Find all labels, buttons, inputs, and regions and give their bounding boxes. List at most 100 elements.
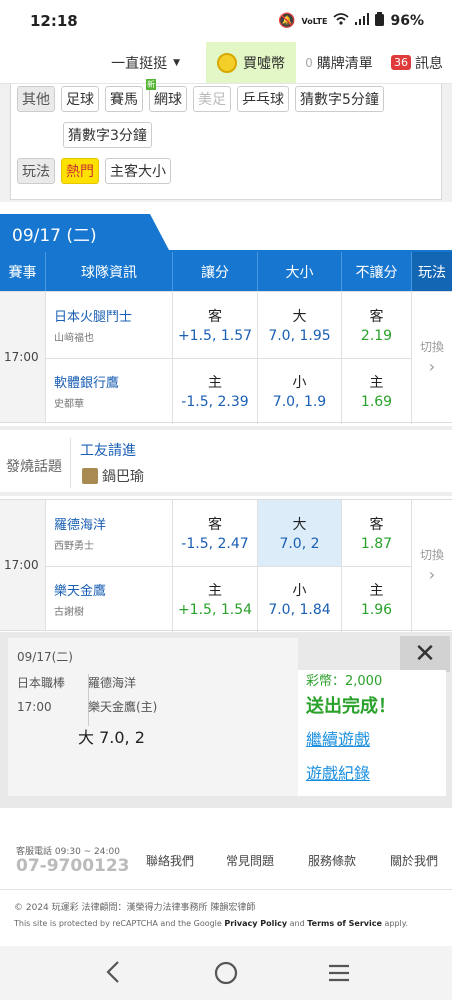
odds-side: 大	[292, 517, 307, 533]
close-icon: ✕	[414, 639, 436, 669]
col-over-under: 大小	[258, 252, 342, 291]
user-selector[interactable]: 一直挺挺 ▼	[0, 42, 206, 83]
recaptcha-text: This site is protected by reCAPTCHA and …	[14, 919, 222, 928]
odds-value: 1.96	[360, 602, 393, 618]
match-row: 17:00 日本火腿鬥士 山﨑福也 軟體銀行鷹 史都華 客 +1.5, 1.57…	[0, 291, 452, 424]
odds-ml-home[interactable]: 主 1.69	[342, 358, 412, 424]
col-moneyline: 不讓分	[342, 252, 412, 291]
bet-date: 09/17(二)	[17, 650, 73, 664]
bet-pick: 大 7.0, 2	[78, 724, 145, 748]
odds-spread-away[interactable]: 客 -1.5, 2.47	[173, 500, 258, 566]
odds-spread-home[interactable]: 主 +1.5, 1.54	[173, 566, 258, 632]
team-home[interactable]: 樂天金鷹 古謝樹	[46, 566, 173, 632]
buy-coins-button[interactable]: 買噓幣	[206, 42, 296, 83]
filter-tennis[interactable]: 新 網球	[146, 79, 187, 112]
battery-icon	[375, 12, 385, 30]
odds-side: 大	[292, 309, 307, 325]
close-button[interactable]: ✕	[400, 636, 450, 672]
team-away[interactable]: 日本火腿鬥士 山﨑福也	[46, 292, 173, 358]
game-record-link[interactable]: 遊戲紀錄	[306, 760, 370, 784]
odds-side: 客	[208, 517, 222, 533]
buy-coins-label: 買噓幣	[243, 55, 285, 72]
filter-hot[interactable]: 熱門	[61, 158, 99, 184]
recents-icon[interactable]	[328, 963, 350, 987]
filter-panel: 其他 足球 賽馬 新 網球 美足 乒乓球 猜數字5分鐘 猜數字3分鐘 玩法 熱門…	[10, 79, 442, 200]
continue-game-link[interactable]: 繼續遊戲	[306, 726, 370, 750]
filter-label-play: 玩法	[17, 158, 55, 184]
bet-confirm-popup: 09/17(二) 日本職棒 17:00 羅德海洋 樂天金鷹(主) 大 7.0, …	[0, 632, 452, 808]
status-bar: 12:18 🔕 VoLTE 96%	[0, 0, 452, 42]
filter-horse-racing[interactable]: 賽馬	[105, 86, 143, 112]
odds-side: 小	[292, 375, 307, 391]
odds-ml-away[interactable]: 客 1.87	[342, 500, 412, 566]
home-icon[interactable]	[214, 961, 238, 989]
filter-tennis-label: 網球	[154, 92, 182, 108]
privacy-policy-link[interactable]: Privacy Policy	[224, 919, 287, 928]
cart-button[interactable]: 0 購牌清單	[296, 42, 382, 83]
odds-ml-home[interactable]: 主 1.96	[342, 566, 412, 632]
hot-topic-title[interactable]: 工友請進	[80, 440, 136, 460]
filter-guess-5min[interactable]: 猜數字5分鐘	[295, 86, 384, 112]
odds-under[interactable]: 小 7.0, 1.84	[258, 566, 342, 632]
footer-link-about[interactable]: 關於我們	[390, 852, 438, 869]
odds-value: 7.0, 1.95	[268, 328, 331, 344]
battery-level: 96%	[390, 13, 424, 29]
filter-home-away-ou[interactable]: 主客大小	[105, 158, 171, 184]
hot-topic-label: 發燒話題	[6, 459, 62, 475]
odds-spread-home[interactable]: 主 -1.5, 2.39	[173, 358, 258, 424]
bet-pick-value: 大 7.0, 2	[78, 728, 145, 747]
user-selector-label: 一直挺挺	[111, 55, 168, 72]
filter-row-play: 玩法 熱門 主客大小	[17, 158, 171, 184]
filter-area: 其他 足球 賽馬 新 網球 美足 乒乓球 猜數字5分鐘 猜數字3分鐘 玩法 熱門…	[0, 79, 452, 202]
odds-side: 客	[208, 309, 222, 325]
match-row: 17:00 羅德海洋 西野勇士 樂天金鷹 古謝樹 客 -1.5, 2.47 大 …	[0, 499, 452, 632]
odds-value: 1.87	[360, 536, 393, 552]
chevron-right-icon: ›	[428, 565, 436, 584]
team-name: 日本火腿鬥士	[54, 310, 133, 325]
row-divider	[46, 358, 412, 359]
filter-guess-3min[interactable]: 猜數字3分鐘	[63, 122, 152, 148]
team-home[interactable]: 軟體銀行鷹 史都華	[46, 358, 173, 424]
col-spread: 讓分	[173, 252, 258, 291]
new-badge: 新	[146, 79, 156, 90]
row-divider	[46, 566, 412, 567]
hot-topic[interactable]: 發燒話題 工友請進 鍋巴瑜	[0, 426, 452, 496]
date-tab: 09/17 (二)	[0, 214, 170, 252]
mute-icon: 🔕	[278, 13, 296, 29]
odds-ml-away[interactable]: 客 2.19	[342, 292, 412, 358]
service-phone[interactable]: 07-9700123	[16, 856, 130, 876]
messages-button[interactable]: 36 訊息	[382, 42, 452, 83]
filter-american-football[interactable]: 美足	[193, 86, 231, 112]
team-away[interactable]: 羅德海洋 西野勇士	[46, 500, 173, 566]
terms-of-service-link[interactable]: Terms of Service	[307, 919, 382, 928]
odds-spread-away[interactable]: 客 +1.5, 1.57	[173, 292, 258, 358]
team-name: 軟體銀行鷹	[54, 376, 120, 391]
recaptcha-notice: This site is protected by reCAPTCHA and …	[14, 919, 452, 928]
odds-under[interactable]: 小 7.0, 1.9	[258, 358, 342, 424]
odds-value: 7.0, 1.84	[268, 602, 331, 618]
caret-down-icon: ▼	[173, 57, 180, 68]
avatar	[82, 468, 98, 484]
footer-link-faq[interactable]: 常見問題	[226, 852, 274, 869]
filter-football[interactable]: 足球	[61, 86, 99, 112]
odds-value: -1.5, 2.39	[181, 394, 249, 410]
bet-league: 日本職棒	[17, 676, 66, 690]
odds-over[interactable]: 大 7.0, 1.95	[258, 292, 342, 358]
top-nav: 一直挺挺 ▼ 買噓幣 0 購牌清單 36 訊息	[0, 42, 452, 84]
switch-label: 切換	[419, 548, 444, 562]
footer-link-terms[interactable]: 服務條款	[308, 852, 356, 869]
match-time: 17:00	[0, 500, 46, 630]
submit-done-text: 送出完成！	[306, 696, 396, 717]
odds-value: +1.5, 1.54	[177, 602, 253, 618]
col-event: 賽事	[0, 252, 46, 291]
switch-play-button[interactable]: 切換 ›	[412, 500, 452, 630]
switch-play-button[interactable]: 切換 ›	[412, 292, 452, 422]
match-time: 17:00	[0, 292, 46, 422]
date-header: 09/17 (二)	[0, 214, 452, 252]
back-icon[interactable]	[104, 960, 122, 988]
odds-side: 主	[369, 375, 384, 391]
odds-over-selected[interactable]: 大 7.0, 2	[258, 500, 342, 566]
footer-link-contact[interactable]: 聯絡我們	[146, 852, 194, 869]
odds-side: 小	[292, 583, 307, 599]
filter-table-tennis[interactable]: 乒乓球	[237, 86, 289, 112]
